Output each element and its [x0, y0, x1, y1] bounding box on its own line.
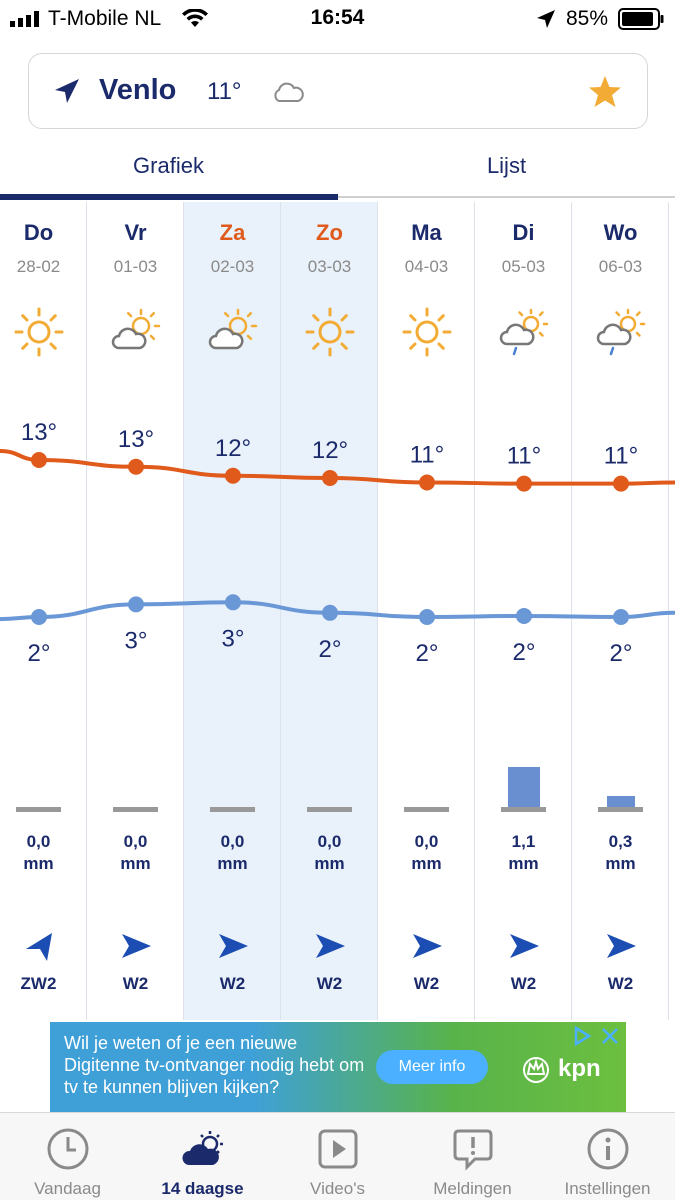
min-temp-label: 2° — [28, 640, 51, 667]
max-temp-label: 13° — [21, 419, 57, 446]
tab-grafiek[interactable]: Grafiek — [0, 140, 337, 196]
tabbar-label: Instellingen — [564, 1179, 651, 1198]
ad-brand: kpn — [558, 1055, 601, 1082]
max-temp-point — [516, 475, 532, 492]
bottom-tab-bar: Vandaag 14 daagse Video's Meldingen Inst… — [0, 1112, 675, 1200]
forecast-chart: Do 28-02 0,0 mm ZW2 Vr 01-03 0,0 mm W2 Z… — [0, 202, 675, 1020]
location-arrow-icon — [55, 79, 79, 103]
tabbar-label: Vandaag — [34, 1179, 101, 1198]
cloud-icon — [274, 82, 304, 102]
min-temp-point — [31, 609, 47, 625]
tabbar-instellingen[interactable]: Instellingen — [540, 1113, 675, 1200]
location-city: Venlo — [99, 74, 177, 106]
max-temp-label: 12° — [215, 435, 251, 462]
tabbar-meldingen[interactable]: Meldingen — [405, 1113, 540, 1200]
max-temp-label: 11° — [507, 443, 542, 470]
battery-percentage: 85% — [566, 7, 609, 30]
tabbar-label: 14 daagse — [161, 1179, 244, 1198]
alert-bubble-icon — [453, 1129, 493, 1171]
max-temp-point — [31, 452, 47, 468]
crown-icon — [523, 1057, 549, 1083]
max-temp-point — [128, 458, 144, 475]
tabbar-vandaag[interactable]: Vandaag — [0, 1113, 135, 1200]
tabbar-videos[interactable]: Video's — [270, 1113, 405, 1200]
active-tab-indicator — [0, 194, 338, 200]
max-temp-point — [419, 474, 435, 491]
adchoices-icon[interactable] — [572, 1026, 592, 1046]
video-play-icon — [318, 1129, 358, 1169]
min-temp-point — [419, 609, 435, 625]
max-temp-point — [613, 475, 629, 492]
kpn-logo: kpn — [518, 1052, 610, 1086]
ad-more-info-button[interactable]: Meer info — [376, 1050, 488, 1084]
ad-banner[interactable]: Wil je weten of je een nieuwe Digitenne … — [50, 1022, 626, 1112]
min-temp-label: 2° — [416, 640, 439, 667]
battery-icon — [618, 8, 664, 30]
tab-divider — [338, 196, 675, 198]
min-temp-label: 3° — [222, 625, 245, 652]
min-temp-point — [225, 594, 241, 611]
min-temp-label: 2° — [513, 639, 536, 666]
max-temp-label: 11° — [604, 443, 639, 470]
max-temp-label: 12° — [312, 437, 348, 464]
info-icon — [587, 1128, 629, 1170]
close-icon[interactable] — [600, 1026, 620, 1046]
min-temp-point — [322, 604, 338, 621]
temperature-chart: 13° 13° 12° 12° 11° 11° 11° 2° 3° 3° 2° 2° 2° 2° — [0, 419, 675, 667]
location-temperature: 11° — [207, 78, 242, 105]
min-temp-point — [613, 609, 629, 625]
tabbar-label: Video's — [310, 1179, 365, 1198]
ad-text: Wil je weten of je een nieuwe Digitenne … — [64, 1033, 365, 1097]
view-tabs: Grafiek Lijst — [0, 140, 675, 202]
min-temp-label: 2° — [610, 640, 633, 667]
min-temp-point — [128, 596, 144, 613]
min-temp-label: 3° — [125, 627, 148, 654]
weather-cloud-sun-icon — [182, 1131, 223, 1165]
clock-icon — [47, 1128, 89, 1170]
max-temp-label: 13° — [118, 426, 154, 453]
max-temp-label: 11° — [410, 442, 445, 469]
tab-lijst[interactable]: Lijst — [338, 140, 675, 196]
status-bar: T-Mobile NL 16:54 85% — [0, 0, 675, 38]
location-services-icon — [537, 10, 555, 28]
location-selector[interactable]: Venlo 11° — [28, 53, 648, 129]
min-temp-label: 2° — [319, 636, 342, 663]
tabbar-14-daagse[interactable]: 14 daagse — [135, 1113, 270, 1200]
min-temp-point — [516, 607, 532, 624]
tabbar-label: Meldingen — [433, 1179, 512, 1198]
star-icon[interactable] — [587, 74, 623, 110]
max-temp-point — [322, 470, 338, 486]
max-temp-point — [225, 467, 241, 484]
